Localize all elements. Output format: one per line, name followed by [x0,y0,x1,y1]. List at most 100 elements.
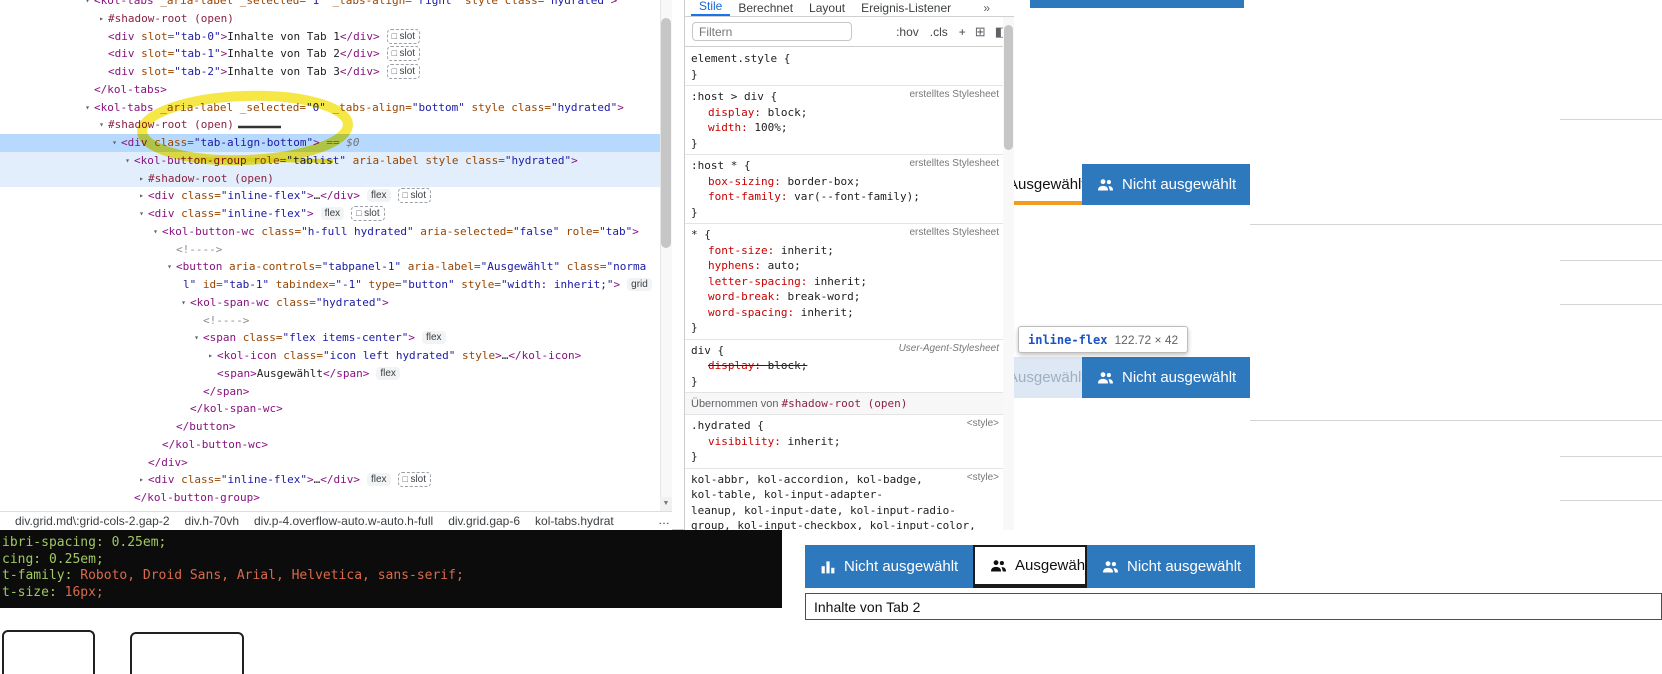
dom-tree-row[interactable]: ▸<div class="inline-flex">…</div>flexslo… [0,187,660,205]
slot-badge[interactable]: slot [397,188,432,204]
expand-arrow-icon[interactable]: ▸ [95,10,108,28]
toggle-hover-state-button[interactable]: :hov [896,25,919,39]
tab-button-not-selected[interactable]: Nicht ausgewählt [1082,357,1250,398]
css-declaration[interactable]: font-size: inherit; [691,243,999,259]
css-declaration[interactable]: box-sizing: border-box; [691,174,999,190]
breadcrumb-item[interactable]: div.h-70vh [185,514,239,528]
dom-tree-row[interactable]: <div slot="tab-0">Inhalte von Tab 1</div… [0,28,660,46]
tab-event-listeners[interactable]: Ereignis-Listener [853,1,959,16]
dom-tree-row[interactable]: ▾ <kol-button-group role="tablist" aria-l… [0,151,660,170]
expand-arrow-icon[interactable]: ▸ [135,187,148,205]
dom-tree-row[interactable]: </kol-tabs> [0,81,660,99]
dom-tree-row[interactable]: ▸ #shadow-root (open) [0,10,660,28]
css-declaration[interactable]: display: block; [691,358,999,374]
dom-tree-row[interactable]: ▾ #shadow-root (open) [0,116,660,134]
breadcrumb-item[interactable]: div.grid.gap-6 [448,514,520,528]
dom-tree-row[interactable]: <!----> [0,241,660,259]
dom-tree-row[interactable]: ▾ <span class="flex items-center"> flex [0,329,660,347]
dom-tree-row[interactable]: ▾ <kol-span-wc class="hydrated"> [0,294,660,312]
expand-arrow-icon[interactable]: ▸ [135,471,148,489]
css-declaration[interactable]: word-break: break-word; [691,289,999,305]
shadow-root-link[interactable]: #shadow-root (open) [782,397,908,410]
slot-badge[interactable]: slot [386,28,421,44]
stylesheet-source-link[interactable]: User-Agent-Stylesheet [891,343,999,359]
expand-arrow-icon[interactable]: ▾ [177,294,190,312]
dom-tree-row[interactable]: ▾ <kol-tabs _aria-label _selected="0" _ta… [0,99,660,117]
stylesheet-source-link[interactable]: erstelltes Stylesheet [902,89,1000,105]
flex-badge[interactable]: flex [376,366,400,380]
grid-badge[interactable]: grid [627,278,652,291]
chevron-more-icon[interactable]: » [975,1,998,16]
css-declaration[interactable]: hyphens: auto; [691,258,999,274]
expand-arrow-icon[interactable]: ▾ [81,99,94,117]
dom-tree-row[interactable]: </span> [0,383,660,401]
dom-tree-row[interactable]: <div slot="tab-1">Inhalte von Tab 2</div… [0,45,660,63]
slot-badge[interactable]: slot [386,46,421,62]
tab-button-selected-clipped[interactable]: Ausgewählt [1014,357,1082,398]
css-declaration[interactable]: display: block; [691,105,999,121]
breadcrumb-item[interactable]: div.grid.md\:grid-cols-2.gap-2 [15,514,170,528]
dom-tree-row[interactable]: ▾ <kol-tabs _aria-label _selected="1" _ta… [0,0,660,10]
css-declaration[interactable]: letter-spacing: inherit; [691,274,999,290]
tab-button-selected-clipped[interactable]: Ausgewählt [1014,164,1082,205]
dom-tree-row[interactable]: ▾ <kol-button-wc class="h-full hydrated" … [0,223,660,241]
page-button-partial[interactable] [2,630,95,674]
breadcrumb-item[interactable]: kol-tabs.hydrat [535,514,614,528]
expand-arrow-icon[interactable]: ▾ [135,205,148,223]
breadcrumb-overflow[interactable]: … [658,511,670,530]
tab-button-not-selected[interactable]: Nicht ausgewählt [1087,545,1255,588]
elements-scrollbar-thumb[interactable] [661,18,671,248]
expand-arrow-icon[interactable]: ▾ [81,0,94,10]
dom-tree-row[interactable]: </kol-span-wc> [0,400,660,418]
dom-tree-row[interactable]: ▾ <button aria-controls="tabpanel-1" aria… [0,258,660,276]
dom-tree-row[interactable]: ▸ #shadow-root (open) [0,169,660,188]
css-declaration[interactable]: word-spacing: inherit; [691,305,999,321]
flex-badge[interactable]: flex [366,189,391,203]
slot-badge[interactable]: slot [386,64,421,79]
stylesheet-source-link[interactable]: erstelltes Stylesheet [902,158,1000,174]
dom-tree-row[interactable]: </button> [0,418,660,436]
dom-tree-row[interactable]: ▸ <kol-icon class="icon left hydrated" st… [0,347,660,365]
dom-tree-row[interactable]: ▾<div class="inline-flex"> flex slot [0,205,660,223]
tab-button-not-selected[interactable]: Nicht ausgewählt [1082,164,1250,205]
page-button-partial[interactable] [130,632,244,674]
dom-tree-row[interactable]: ▾ <div class="tab-align-bottom"> == $0 [0,134,660,152]
tab-styles[interactable]: Stile [691,0,731,16]
stylesheet-source-link[interactable]: <style> [959,472,999,488]
scroll-down-arrow-icon[interactable]: ▼ [660,497,672,511]
slot-badge[interactable]: slot [397,472,432,488]
css-declaration[interactable]: visibility: inherit; [691,434,999,450]
expand-arrow-icon[interactable]: ▸ [135,170,148,188]
tab-button-selected[interactable]: Ausgewählt [973,545,1093,588]
expand-arrow-icon[interactable]: ▾ [108,134,121,152]
dom-tree-row[interactable]: </div> [0,454,660,472]
flex-badge[interactable]: flex [421,331,446,345]
toggle-class-button[interactable]: .cls [930,25,948,39]
flex-badge[interactable]: flex [320,207,345,220]
flex-badge[interactable]: flex [366,473,391,487]
expand-arrow-icon[interactable]: ▾ [95,116,108,134]
breadcrumb-item[interactable]: div.p-4.overflow-auto.w-auto.h-full [254,514,433,528]
new-style-rule-button[interactable]: + [959,25,966,39]
stylesheet-source-link[interactable]: erstelltes Stylesheet [902,227,1000,243]
expand-arrow-icon[interactable]: ▾ [121,152,134,170]
css-declaration[interactable]: font-family: var(--font-family); [691,189,999,205]
dom-tree-row[interactable]: <span>Ausgewählt</span> flex [0,365,660,383]
stylesheet-source-link[interactable]: <style> [959,418,999,434]
expand-arrow-icon[interactable]: ▸ [204,347,217,365]
styles-filter-input[interactable] [692,22,852,41]
dom-tree-row[interactable]: ▸<div class="inline-flex">…</div>flexslo… [0,471,660,489]
expand-arrow-icon[interactable]: ▾ [190,329,203,347]
tab-button-not-selected[interactable]: Nicht ausgewählt [805,545,973,588]
expand-arrow-icon[interactable]: ▾ [149,223,162,241]
dom-tree-row[interactable]: <!----> [0,312,660,330]
dom-tree-row[interactable]: <div slot="tab-2">Inhalte von Tab 3</div… [0,63,660,81]
expand-arrow-icon[interactable]: ▾ [163,258,176,276]
dom-tree-row[interactable]: l" id="tab-1" tabindex="-1" type="button… [0,276,660,294]
css-declaration[interactable]: width: 100%; [691,120,999,136]
tab-computed[interactable]: Berechnet [730,1,801,16]
dom-tree-row[interactable]: </kol-button-group> [0,489,660,507]
styles-scrollbar-thumb[interactable] [1004,25,1013,150]
slot-badge[interactable]: slot [351,206,385,221]
registered-properties-icon[interactable]: ⊞ [975,24,986,40]
